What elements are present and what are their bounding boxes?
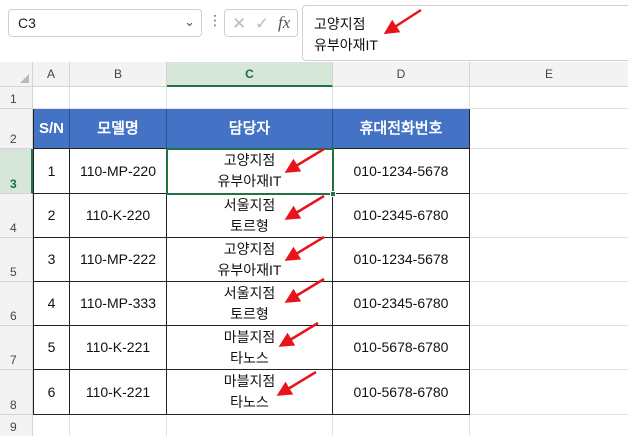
table-row-5-phone[interactable]: 010-5678-6780 (333, 326, 470, 370)
formula-line-1: 고양지점 (314, 16, 366, 32)
fill-handle[interactable] (330, 191, 336, 197)
table-row-1-model[interactable]: 110-MP-220 (70, 149, 167, 194)
manager-branch: 마블지점 (223, 328, 276, 345)
table-row-1-manager[interactable]: 고양지점 유부아재IT (167, 149, 333, 194)
manager-branch: 고양지점 (223, 240, 276, 257)
row-header-4[interactable]: 4 (0, 194, 33, 238)
manager-name: 토르형 (230, 217, 269, 234)
table-row-4-sn[interactable]: 4 (33, 282, 70, 326)
row-header-1[interactable]: 1 (0, 87, 33, 109)
header-manager[interactable]: 담당자 (167, 109, 333, 149)
table-row-6-model[interactable]: 110-K-221 (70, 370, 167, 415)
table-row-4-model[interactable]: 110-MP-333 (70, 282, 167, 326)
header-phone[interactable]: 휴대전화번호 (333, 109, 470, 149)
row-header-6[interactable]: 6 (0, 282, 33, 326)
table-row-4-phone[interactable]: 010-2345-6780 (333, 282, 470, 326)
table-row-2-phone[interactable]: 010-2345-6780 (333, 194, 470, 238)
insert-function-icon[interactable]: fx (278, 13, 290, 33)
manager-branch: 서울지점 (223, 284, 276, 301)
enter-check-icon[interactable]: ✓ (255, 14, 269, 34)
column-header-a[interactable]: A (33, 62, 70, 87)
table-row-5-sn[interactable]: 5 (33, 326, 70, 370)
manager-name: 유부아재IT (217, 173, 282, 189)
cancel-icon[interactable]: ✕ (232, 14, 246, 34)
name-box[interactable]: C3 ⌄ (8, 9, 202, 37)
table-row-3-sn[interactable]: 3 (33, 238, 70, 282)
row-header-2[interactable]: 2 (0, 109, 33, 149)
column-header-d[interactable]: D (333, 62, 470, 87)
table-row-6-sn[interactable]: 6 (33, 370, 70, 415)
table-row-6-manager[interactable]: 마블지점 타노스 (167, 370, 333, 415)
manager-name: 타노스 (230, 349, 269, 366)
select-all-corner[interactable] (0, 62, 33, 87)
manager-name: 토르형 (230, 305, 269, 322)
row-header-3[interactable]: 3 (0, 149, 33, 194)
more-options-icon[interactable]: ⋮ (208, 12, 222, 29)
formula-line-2: 유부아재IT (314, 37, 378, 53)
row-header-7[interactable]: 7 (0, 326, 33, 370)
table-row-3-model[interactable]: 110-MP-222 (70, 238, 167, 282)
manager-branch: 서울지점 (223, 196, 276, 213)
formula-controls: ✕ ✓ fx (224, 9, 298, 37)
table-row-2-sn[interactable]: 2 (33, 194, 70, 238)
row-header-5[interactable]: 5 (0, 238, 33, 282)
row-header-8[interactable]: 8 (0, 370, 33, 415)
manager-branch: 고양지점 (223, 152, 276, 168)
table-row-3-phone[interactable]: 010-1234-5678 (333, 238, 470, 282)
table-row-3-manager[interactable]: 고양지점 유부아재IT (167, 238, 333, 282)
table-row-1-phone[interactable]: 010-1234-5678 (333, 149, 470, 194)
table-row-4-manager[interactable]: 서울지점 토르형 (167, 282, 333, 326)
formula-input[interactable]: 고양지점 유부아재IT (302, 5, 628, 61)
column-header-b[interactable]: B (70, 62, 167, 87)
chevron-down-icon[interactable]: ⌄ (184, 14, 195, 30)
table-row-5-model[interactable]: 110-K-221 (70, 326, 167, 370)
header-sn[interactable]: S/N (33, 109, 70, 149)
manager-name: 유부아재IT (217, 261, 282, 278)
column-header-c[interactable]: C (167, 62, 333, 87)
name-box-value: C3 (18, 15, 36, 31)
table-row-2-manager[interactable]: 서울지점 토르형 (167, 194, 333, 238)
column-header-e[interactable]: E (470, 62, 628, 87)
formula-bar: C3 ⌄ ⋮ ✕ ✓ fx 고양지점 유부아재IT (0, 0, 628, 62)
table-row-5-manager[interactable]: 마블지점 타노스 (167, 326, 333, 370)
row-header-9[interactable]: 9 (0, 415, 33, 436)
table-row-6-phone[interactable]: 010-5678-6780 (333, 370, 470, 415)
header-model[interactable]: 모델명 (70, 109, 167, 149)
table-row-2-model[interactable]: 110-K-220 (70, 194, 167, 238)
table-row-1-sn[interactable]: 1 (33, 149, 70, 194)
manager-name: 타노스 (230, 394, 269, 410)
manager-branch: 마블지점 (223, 373, 276, 389)
